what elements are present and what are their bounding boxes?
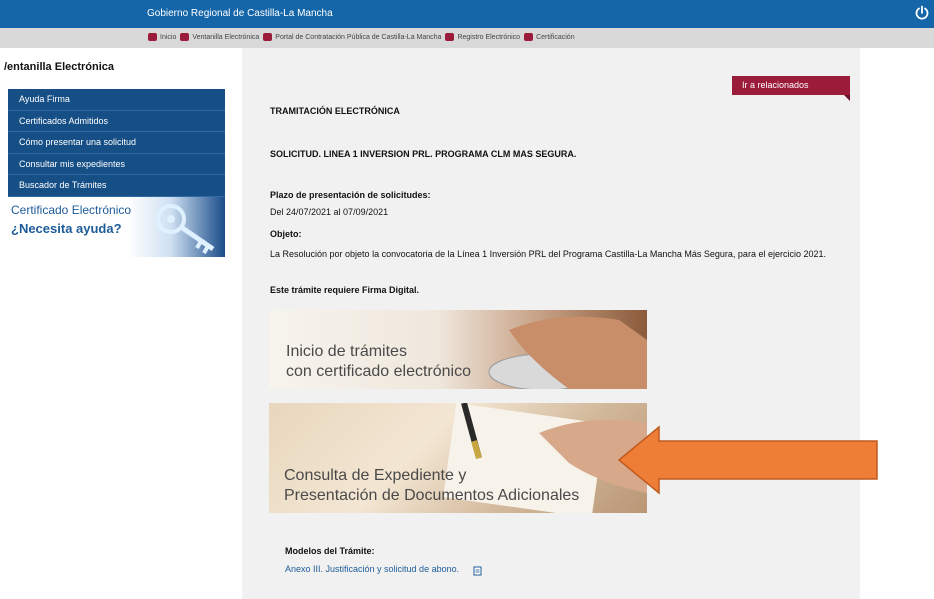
- certificate-help-banner[interactable]: Certificado Electrónico ¿Necesita ayuda?: [8, 197, 225, 257]
- objeto-text: La Resolución por objeto la convocatoria…: [270, 249, 826, 259]
- models-label: Modelos del Trámite:: [285, 546, 375, 556]
- sidebar-menu: Ayuda Firma Certificados Admitidos Cómo …: [8, 89, 225, 197]
- consult-banner-line1: Consulta de Expediente y: [284, 467, 467, 484]
- banner-line1: Certificado Electrónico: [11, 203, 132, 217]
- anexo-link[interactable]: Anexo III. Justificación y solicitud de …: [285, 564, 459, 574]
- bullet-icon: [524, 33, 534, 41]
- orange-arrow-annotation: [617, 425, 878, 495]
- bullet-icon: [263, 33, 273, 41]
- sidebar-item-ayuda-firma[interactable]: Ayuda Firma: [8, 89, 225, 111]
- site-title[interactable]: Gobierno Regional de Castilla-La Mancha: [147, 8, 333, 19]
- banner-line2: ¿Necesita ayuda?: [11, 221, 122, 236]
- plazo-label: Plazo de presentación de solicitudes:: [270, 190, 431, 200]
- consult-file-banner[interactable]: Consulta de Expediente y Presentación de…: [269, 403, 647, 513]
- sidebar-item-como-presentar[interactable]: Cómo presentar una solicitud: [8, 132, 225, 154]
- bullet-icon: [180, 33, 190, 41]
- power-icon[interactable]: [914, 5, 930, 21]
- sidebar-item-certificados[interactable]: Certificados Admitidos: [8, 111, 225, 132]
- plazo-value: Del 24/07/2021 al 07/09/2021: [270, 207, 389, 217]
- top-header-bar: Gobierno Regional de Castilla-La Mancha: [0, 0, 934, 28]
- bullet-icon: [445, 33, 455, 41]
- nav-item-inicio[interactable]: Inicio: [148, 33, 176, 41]
- breadcrumb-nav: Inicio Ventanilla Electrónica Portal de …: [0, 28, 934, 48]
- solicitud-title: SOLICITUD. LINEA 1 INVERSION PRL. PROGRA…: [270, 149, 577, 159]
- objeto-label: Objeto:: [270, 229, 302, 239]
- nav-item-registro[interactable]: Registro Electrónico: [445, 33, 520, 41]
- start-procedure-banner[interactable]: Inicio de trámites con certificado elect…: [269, 310, 647, 389]
- nav-item-certificacion[interactable]: Certificación: [524, 33, 575, 41]
- start-banner-line2: con certificado electrónico: [286, 363, 471, 380]
- key-icon: [156, 204, 215, 254]
- mouse-hand-illustration: [488, 316, 647, 389]
- related-button[interactable]: Ir a relacionados: [732, 76, 850, 101]
- document-icon[interactable]: [473, 566, 483, 576]
- sidebar-title: /entanilla Electrónica: [4, 61, 115, 73]
- consult-banner-line2: Presentación de Documentos Adicionales: [284, 487, 580, 504]
- sidebar-item-consultar[interactable]: Consultar mis expedientes: [8, 154, 225, 175]
- start-banner-line1: Inicio de trámites: [286, 343, 407, 360]
- nav-item-ventanilla[interactable]: Ventanilla Electrónica: [180, 33, 259, 41]
- bullet-icon: [148, 33, 157, 41]
- firma-notice: Este trámite requiere Firma Digital.: [270, 285, 420, 295]
- sidebar-item-buscador[interactable]: Buscador de Trámites: [8, 175, 225, 197]
- tramitacion-title: TRAMITACIÓN ELECTRÓNICA: [270, 106, 400, 116]
- nav-item-portal[interactable]: Portal de Contratación Pública de Castil…: [263, 33, 441, 41]
